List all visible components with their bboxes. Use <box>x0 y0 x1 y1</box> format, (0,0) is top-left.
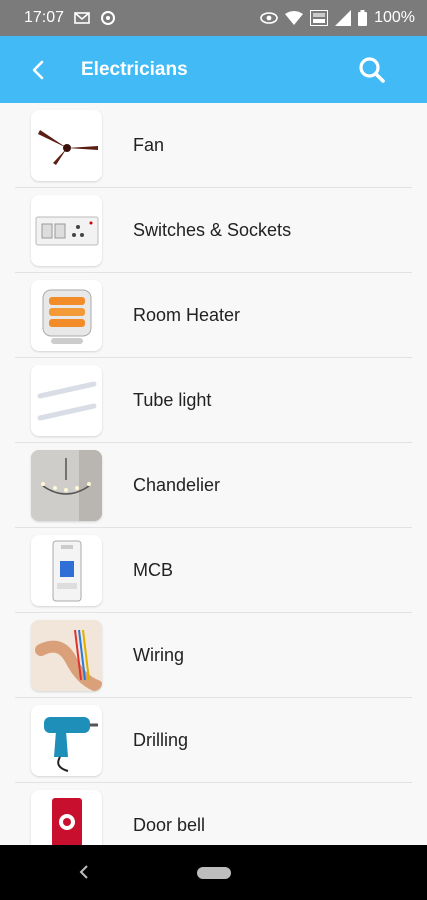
item-label: Fan <box>133 135 165 155</box>
list-item-chandelier[interactable]: Chandelier <box>0 443 427 528</box>
item-label: Switches & Sockets <box>133 220 292 240</box>
wiring-thumbnail <box>31 620 102 691</box>
item-label: Room Heater <box>133 305 241 325</box>
battery-percent: 100% <box>374 9 415 26</box>
search-button[interactable] <box>357 55 387 85</box>
service-list: Fan Switches & Sockets Room Heater Tube … <box>0 103 427 845</box>
item-label: MCB <box>133 560 173 580</box>
drilling-thumbnail <box>31 705 102 776</box>
item-label: Wiring <box>133 645 185 665</box>
list-item-room-heater[interactable]: Room Heater <box>0 273 427 358</box>
switches-sockets-thumbnail <box>31 195 102 266</box>
system-nav-bar <box>0 845 427 900</box>
status-bar: 17:07 100% <box>0 0 427 36</box>
list-item-mcb[interactable]: MCB <box>0 528 427 613</box>
status-time: 17:07 <box>24 9 65 26</box>
item-label: Drilling <box>133 730 189 750</box>
sync-icon <box>100 10 116 26</box>
page-title: Electricians <box>81 58 188 80</box>
nav-home-pill[interactable] <box>197 867 231 879</box>
volte-icon <box>310 10 329 26</box>
battery-icon <box>358 10 368 26</box>
notification-icon <box>74 11 90 25</box>
back-button[interactable] <box>8 36 68 103</box>
room-heater-thumbnail <box>31 280 102 351</box>
mcb-thumbnail <box>31 535 102 606</box>
item-label: Chandelier <box>133 475 221 495</box>
item-label: Tube light <box>133 390 212 410</box>
list-item-drilling[interactable]: Drilling <box>0 698 427 783</box>
list-item-switches-sockets[interactable]: Switches & Sockets <box>0 188 427 273</box>
search-icon <box>359 56 385 83</box>
arrow-back-icon <box>32 60 44 79</box>
list-item-door-bell[interactable]: Door bell <box>0 783 427 845</box>
tube-light-thumbnail <box>31 365 102 436</box>
chandelier-thumbnail <box>31 450 102 521</box>
list-item-fan[interactable]: Fan <box>0 103 427 188</box>
signal-icon <box>335 10 352 26</box>
fan-thumbnail <box>31 110 102 181</box>
list-item-wiring[interactable]: Wiring <box>0 613 427 698</box>
wifi-icon <box>285 11 304 25</box>
nav-back-icon <box>79 865 88 879</box>
list-item-tube-light[interactable]: Tube light <box>0 358 427 443</box>
app-bar: Electricians <box>0 36 427 103</box>
eye-icon <box>260 12 278 24</box>
door-bell-thumbnail <box>31 790 102 845</box>
item-label: Door bell <box>133 815 206 835</box>
nav-back-button[interactable] <box>74 862 94 882</box>
